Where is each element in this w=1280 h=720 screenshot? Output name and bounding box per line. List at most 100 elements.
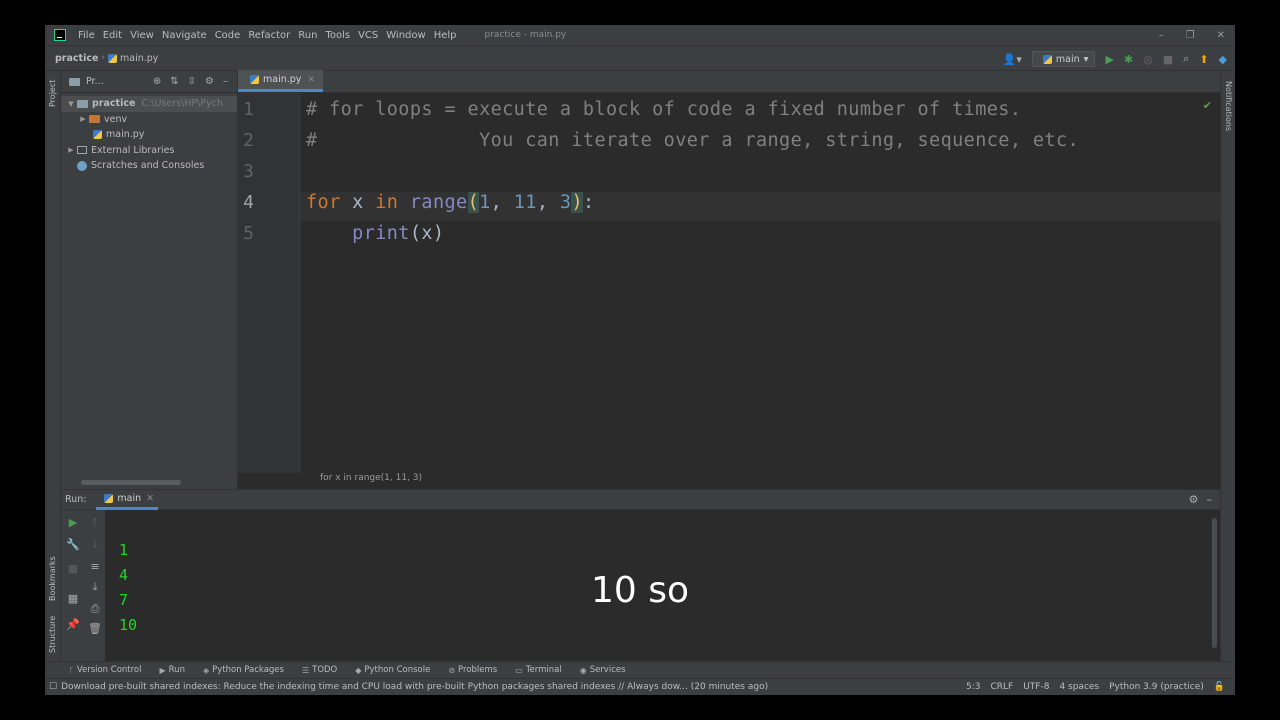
python-file-icon xyxy=(250,75,259,84)
inspection-ok-icon[interactable]: ✔ xyxy=(1203,99,1212,112)
update-icon[interactable]: ⬆ xyxy=(1199,53,1208,66)
tool-label: Terminal xyxy=(525,665,562,675)
restore-button[interactable]: ❐ xyxy=(1186,30,1195,41)
tool-version-control[interactable]: ᚴ Version Control xyxy=(69,665,142,675)
python-config-icon xyxy=(1042,54,1052,64)
code-line-2[interactable]: # You can iterate over a range, string, … xyxy=(306,130,1079,151)
tree-item-main-py[interactable]: main.py xyxy=(61,127,237,143)
lock-icon[interactable]: 🔓 xyxy=(1214,682,1225,692)
collapsed-arrow-icon[interactable]: ▶ xyxy=(77,115,89,123)
menu-view[interactable]: View xyxy=(130,30,154,41)
tree-item-venv[interactable]: ▶ venv xyxy=(61,112,237,128)
tool-todo[interactable]: ☰ TODO xyxy=(302,665,337,675)
tree-item-practice[interactable]: ▼ practice C:\Users\HP\Pych xyxy=(61,96,237,112)
close-button[interactable]: ✕ xyxy=(1217,30,1225,41)
builtin-range: range xyxy=(398,192,468,213)
python-config-icon xyxy=(104,493,114,503)
minimize-button[interactable]: – xyxy=(1159,30,1164,41)
menu-window[interactable]: Window xyxy=(386,30,425,41)
expanded-arrow-icon[interactable]: ▼ xyxy=(65,100,77,108)
menu-refactor[interactable]: Refactor xyxy=(248,30,290,41)
tool-python-packages[interactable]: ◈ Python Packages xyxy=(203,665,284,675)
gear-icon[interactable]: ⚙ xyxy=(205,76,214,87)
structure-tool-label[interactable]: Structure xyxy=(48,616,57,653)
menu-help[interactable]: Help xyxy=(434,30,457,41)
scroll-down-icon[interactable]: ↓ xyxy=(85,538,105,551)
trash-icon[interactable]: 🗑 xyxy=(85,622,105,635)
menu-navigate[interactable]: Navigate xyxy=(162,30,207,41)
code-line-1[interactable]: # for loops = execute a block of code a … xyxy=(306,99,1021,120)
close-tab-icon[interactable]: ✕ xyxy=(146,493,154,504)
scroll-up-icon[interactable]: ↑ xyxy=(85,516,105,529)
run-configuration-select[interactable]: main ▾ xyxy=(1031,51,1096,67)
menu-edit[interactable]: Edit xyxy=(103,30,122,41)
tool-problems[interactable]: ⊘ Problems xyxy=(448,665,497,675)
collapsed-arrow-icon[interactable]: ▶ xyxy=(65,146,77,154)
close-tab-icon[interactable]: ✕ xyxy=(307,75,315,85)
tree-item-scratches[interactable]: Scratches and Consoles xyxy=(61,158,237,174)
hide-icon[interactable]: – xyxy=(1207,493,1213,506)
python-console-icon: ◆ xyxy=(355,665,362,675)
wrench-icon[interactable]: 🔧 xyxy=(63,538,83,551)
expand-all-icon[interactable]: ⇅ xyxy=(170,76,178,87)
code-breadcrumb[interactable]: for x in range(1, 11, 3) xyxy=(320,473,422,489)
menu-tools[interactable]: Tools xyxy=(325,30,350,41)
line-separator[interactable]: CRLF xyxy=(990,682,1013,692)
pin-icon[interactable]: 📌 xyxy=(63,618,83,631)
python-interpreter[interactable]: Python 3.9 (practice) xyxy=(1109,682,1204,692)
editor: main.py ✕ 1 2 3 4 5 # for loops = execut… xyxy=(238,70,1220,489)
stop-icon[interactable]: ■ xyxy=(1163,53,1173,66)
hide-icon[interactable]: – xyxy=(223,76,228,87)
tool-terminal[interactable]: ▭ Terminal xyxy=(515,665,561,675)
terminal-icon: ▭ xyxy=(515,665,523,675)
tool-services[interactable]: ◉ Services xyxy=(580,665,626,675)
tool-run[interactable]: ▶ Run xyxy=(160,665,185,675)
toolbar-right: 👤▾ main ▾ ▶ ✱ ◎ ■ ⌕ ⬆ ◆ xyxy=(993,46,1227,72)
notifications-tool-label[interactable]: Notifications xyxy=(1224,81,1233,131)
code-line-4[interactable]: for x in range(1, 11, 3): xyxy=(306,192,595,213)
status-message[interactable]: Download pre-built shared indexes: Reduc… xyxy=(61,682,768,692)
menu-file[interactable]: File xyxy=(78,30,95,41)
project-panel: Pr... ⊕ ⇅ ⇳ ⚙ – ▼ practice C:\Users\HP\P… xyxy=(61,71,238,489)
project-panel-title[interactable]: Pr... xyxy=(86,76,104,87)
caret-position[interactable]: 5:3 xyxy=(966,682,980,692)
gear-icon[interactable]: ⚙ xyxy=(1189,493,1199,506)
package-icon: ◈ xyxy=(202,665,210,675)
tree-item-external-libraries[interactable]: ▶ External Libraries xyxy=(61,143,237,159)
collapse-all-icon[interactable]: ⇳ xyxy=(188,76,196,87)
tree-label: main.py xyxy=(106,129,145,141)
python-file-icon xyxy=(108,53,118,63)
indent-setting[interactable]: 4 spaces xyxy=(1059,682,1099,692)
code-area[interactable]: # for loops = execute a block of code a … xyxy=(300,93,1220,473)
rerun-icon[interactable]: ▶ xyxy=(63,516,83,529)
arg-start: 1 xyxy=(479,192,491,213)
project-tool-label[interactable]: Project xyxy=(48,80,57,107)
menu-code[interactable]: Code xyxy=(215,30,241,41)
coverage-icon[interactable]: ◎ xyxy=(1143,53,1153,66)
colon: : xyxy=(582,192,595,213)
line-number: 5 xyxy=(243,223,254,244)
video-caption: 10 so xyxy=(590,570,690,611)
tool-window-bar: ᚴ Version Control ▶ Run ◈ Python Packages ☰… xyxy=(45,661,1235,678)
tab-main-py[interactable]: main.py ✕ xyxy=(238,70,323,92)
code-line-5[interactable]: print(x) xyxy=(306,223,444,244)
breadcrumb-project[interactable]: practice xyxy=(55,53,98,64)
user-icon[interactable]: 👤▾ xyxy=(1003,53,1022,66)
run-icon[interactable]: ▶ xyxy=(1105,53,1113,66)
run-tab-main[interactable]: main ✕ xyxy=(96,490,159,510)
search-icon[interactable]: ⌕ xyxy=(1183,52,1189,66)
breadcrumb-file[interactable]: main.py xyxy=(120,53,158,64)
tab-label: main.py xyxy=(263,74,302,85)
menu-run[interactable]: Run xyxy=(298,30,317,41)
jetbrains-ai-icon[interactable]: ◆ xyxy=(1219,53,1227,66)
paren-close: ) xyxy=(571,192,583,213)
tool-python-console[interactable]: ◆ Python Console xyxy=(355,665,430,675)
run-panel-tools: ⚙ – xyxy=(1189,493,1220,506)
run-icon: ▶ xyxy=(159,665,166,675)
debug-icon[interactable]: ✱ xyxy=(1124,53,1133,66)
horizontal-scrollbar[interactable] xyxy=(81,480,181,485)
menu-vcs[interactable]: VCS xyxy=(358,30,378,41)
tree-label: Scratches and Consoles xyxy=(91,160,205,172)
locate-icon[interactable]: ⊕ xyxy=(153,76,161,87)
file-encoding[interactable]: UTF-8 xyxy=(1023,682,1049,692)
